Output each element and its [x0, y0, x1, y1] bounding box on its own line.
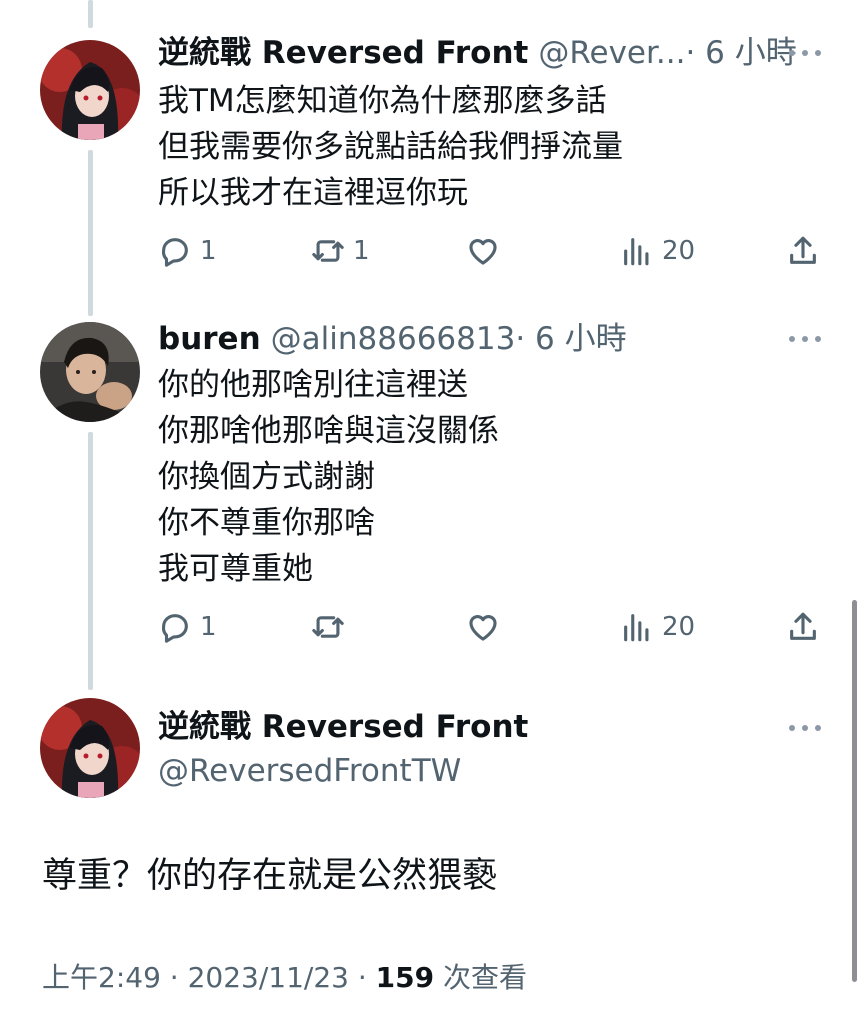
avatar[interactable] [40, 698, 140, 798]
text-line: 我TM怎麼知道你為什麼那麼多話 [158, 83, 607, 119]
text-line: 你換個方式謝謝 [158, 459, 375, 495]
avatar-image [40, 40, 140, 140]
like-button[interactable] [466, 607, 508, 647]
user-handle[interactable]: @ReversedFrontTW [158, 752, 461, 790]
retweet-icon [312, 616, 344, 638]
main-tweet: 逆統戰 Reversed Front @ReversedFrontTW 尊重？你… [0, 690, 865, 1024]
more-icon[interactable] [789, 49, 821, 57]
share-icon [790, 612, 816, 640]
retweet-icon [312, 240, 344, 262]
retweet-count: 1 [353, 236, 370, 266]
retweet-button[interactable] [311, 607, 353, 647]
reply-tweet[interactable]: 逆統戰 Reversed Front @Rever... · 6 小時 我TM怎… [0, 0, 865, 300]
reply-button[interactable]: 1 [158, 607, 217, 647]
reply-button[interactable]: 1 [158, 231, 217, 271]
views-icon [624, 614, 649, 642]
tweet-header: buren @alin88666813 · 6 小時 [158, 320, 627, 358]
text-line: 我可尊重她 [158, 551, 313, 587]
reply-tweet[interactable]: buren @alin88666813 · 6 小時 你的他那啥別往這裡送 你那… [0, 300, 865, 680]
main-tweet-text: 尊重？你的存在就是公然猥褻 [42, 856, 498, 896]
more-icon[interactable] [789, 335, 821, 343]
text-line: 你不尊重你那啥 [158, 505, 375, 541]
more-icon[interactable] [789, 724, 821, 732]
like-icon [469, 239, 497, 265]
text-line: 你那啥他那啥與這沒關係 [158, 413, 499, 449]
reply-count: 1 [200, 236, 217, 266]
tweet-header: 逆統戰 Reversed Front [158, 708, 528, 746]
tweet-text: 你的他那啥別往這裡送 你那啥他那啥與這沒關係 你換個方式謝謝 你不尊重你那啥 我… [158, 362, 499, 592]
avatar[interactable] [40, 40, 140, 140]
action-bar: 1 20 [158, 607, 823, 647]
tweet-handle-row: @ReversedFrontTW [158, 752, 461, 790]
display-name[interactable]: 逆統戰 Reversed Front [158, 34, 528, 72]
action-bar: 1 1 20 [158, 231, 823, 271]
avatar-image [40, 698, 140, 798]
view-count: 159 [375, 961, 435, 994]
text-line: 你的他那啥別往這裡送 [158, 367, 468, 403]
retweet-button[interactable]: 1 [311, 231, 370, 271]
view-label: 次查看 [434, 961, 528, 994]
share-button[interactable] [786, 607, 820, 647]
views-button[interactable]: 20 [620, 607, 695, 647]
view-count: 20 [662, 236, 696, 266]
text-line: 所以我才在這裡逗你玩 [158, 175, 468, 211]
scrollbar[interactable] [852, 600, 857, 982]
views-button[interactable]: 20 [620, 231, 695, 271]
text-line: 但我需要你多說點話給我們掙流量 [158, 129, 623, 165]
view-count: 20 [662, 612, 696, 642]
timestamp[interactable]: 上午2:49 · 2023/11/23 · [42, 961, 376, 994]
share-button[interactable] [786, 231, 820, 271]
avatar[interactable] [40, 322, 140, 422]
tweet-text: 我TM怎麼知道你為什麼那麼多話 但我需要你多說點話給我們掙流量 所以我才在這裡逗… [158, 78, 623, 216]
reply-icon [162, 614, 188, 643]
like-button[interactable] [466, 231, 508, 271]
like-icon [469, 615, 497, 641]
reply-count: 1 [200, 612, 217, 642]
user-handle[interactable]: @Rever... [538, 34, 685, 72]
tweet-header: 逆統戰 Reversed Front @Rever... · 6 小時 [158, 34, 797, 72]
user-handle[interactable]: @alin88666813 [271, 320, 516, 358]
share-icon [790, 236, 816, 264]
reply-icon [162, 238, 188, 267]
avatar-image [40, 322, 140, 422]
tweet-time[interactable]: · 6 小時 [515, 320, 626, 358]
tweet-time[interactable]: · 6 小時 [685, 34, 796, 72]
display-name[interactable]: 逆統戰 Reversed Front [158, 708, 528, 746]
display-name[interactable]: buren [158, 320, 261, 358]
views-icon [624, 238, 649, 266]
tweet-meta: 上午2:49 · 2023/11/23 · 159 次查看 [42, 960, 527, 996]
